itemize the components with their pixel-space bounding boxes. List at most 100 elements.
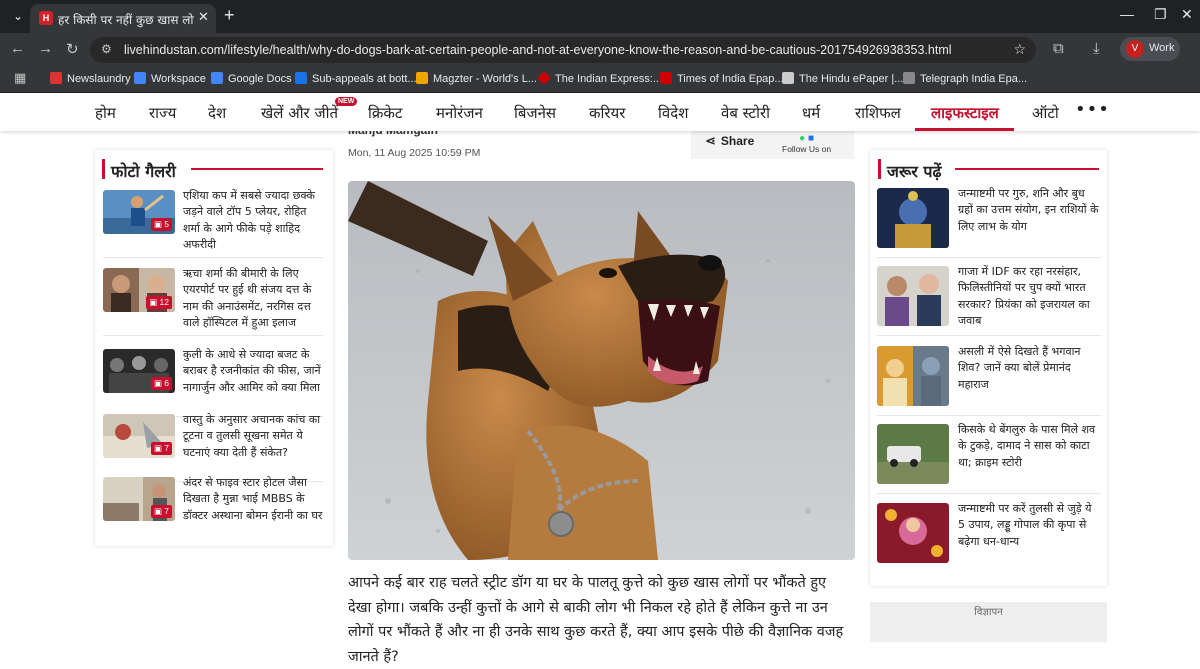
follow-us-button[interactable]: ● ■ Follow Us on [782, 133, 831, 154]
nav-item-home[interactable]: होम [95, 103, 116, 123]
must-read-heading[interactable]: जरूर पढ़ें [887, 160, 942, 182]
bookmark-item[interactable]: The Hindu ePaper |... [782, 72, 903, 85]
site-navigation: होम राज्य देश खेलें और जीतें NEW क्रिकेट… [0, 95, 1200, 131]
share-button[interactable]: ⋖ Share [705, 133, 754, 149]
nav-item-entertainment[interactable]: मनोरंजन [436, 103, 483, 123]
nav-item-cricket[interactable]: क्रिकेट [368, 103, 403, 123]
bookmark-favicon-icon [782, 72, 794, 84]
avatar: V [1126, 40, 1144, 58]
download-icon[interactable]: ⤓ [1093, 40, 1100, 57]
bookmark-item[interactable]: The Indian Express:... [537, 71, 662, 85]
ad-label: विज्ञापन [974, 607, 1003, 618]
gallery-item[interactable]: ▣ 7 अंदर से फाइव स्टार होटल जैसा दिखता ह… [103, 475, 323, 543]
gallery-item-title[interactable]: कुली के आधे से ज्यादा बजट के बराबर है रज… [183, 347, 323, 396]
article-hero-image [348, 181, 855, 560]
bookmark-favicon-icon [50, 72, 62, 84]
nav-item-web-story[interactable]: वेब स्टोरी [721, 103, 770, 123]
extensions-puzzle-icon[interactable]: ⧉ [1053, 40, 1064, 57]
gallery-item-title[interactable]: अंदर से फाइव स्टार होटल जैसा दिखता है मु… [183, 475, 323, 524]
tab-search-chevron-icon[interactable]: ⌄ [8, 6, 28, 26]
browser-toolbar: ← → ↻ ⚙ livehindustan.com/lifestyle/heal… [0, 33, 1200, 66]
divider [877, 415, 1101, 416]
gallery-item-title[interactable]: एशिया कप में सबसे ज्यादा छक्के जड़ने वाल… [183, 188, 323, 253]
nav-item-auto[interactable]: ऑटो [1032, 103, 1059, 123]
must-read-item[interactable]: जन्माष्टमी पर गुरु, शनि और बुध ग्रहों का… [877, 186, 1101, 260]
nav-item-business[interactable]: बिजनेस [514, 103, 556, 123]
bookmark-item[interactable]: Sub-appeals at bott... [295, 72, 417, 85]
must-read-title[interactable]: गाजा में IDF कर रहा नरसंहार, फिलिस्तीनिय… [958, 264, 1100, 329]
photo-count-badge: ▣ 6 [150, 377, 172, 390]
tab-close-icon[interactable]: ✕ [198, 9, 209, 25]
gallery-thumbnail[interactable]: ▣ 7 [103, 414, 175, 458]
site-info-icon[interactable]: ⚙ [101, 42, 112, 56]
bookmark-item[interactable]: Telegraph India Epa... [903, 72, 1027, 85]
address-bar[interactable]: ⚙ livehindustan.com/lifestyle/health/why… [90, 37, 1036, 63]
shiva-saint-thumb [877, 346, 949, 406]
must-read-title[interactable]: किसके थे बेंगलुरु के पास मिले शव के टुकड… [958, 422, 1100, 471]
gallery-thumbnail[interactable]: ▣ 12 [103, 268, 175, 312]
nav-item-horoscope[interactable]: राशिफल [855, 103, 901, 123]
more-menu-icon[interactable]: ••• [1075, 99, 1110, 120]
apps-grid-icon[interactable]: ▦ [14, 70, 26, 86]
nav-item-lifestyle[interactable]: लाइफस्टाइल [931, 103, 999, 123]
must-read-thumbnail[interactable] [877, 266, 949, 326]
divider [877, 493, 1101, 494]
gallery-item[interactable]: ▣ 5 एशिया कप में सबसे ज्यादा छक्के जड़ने… [103, 188, 323, 258]
photo-count-badge: ▣ 7 [150, 442, 172, 455]
photo-gallery-heading[interactable]: फोटो गैलरी [111, 160, 176, 182]
divider [103, 257, 323, 258]
must-read-item[interactable]: असली में ऐसे दिखते हैं भगवान शिव? जानें … [877, 344, 1101, 418]
profile-button[interactable]: V Work [1120, 37, 1180, 61]
bookmark-favicon-icon [134, 72, 146, 84]
new-tab-plus-icon[interactable]: + [224, 5, 235, 26]
must-read-item[interactable]: किसके थे बेंगलुरु के पास मिले शव के टुकड… [877, 422, 1101, 496]
back-arrow-icon[interactable]: ← [10, 40, 25, 57]
restore-icon[interactable]: ❐ [1154, 6, 1167, 23]
must-read-thumbnail[interactable] [877, 346, 949, 406]
crime-scene-thumb [877, 424, 949, 484]
advertisement-slot: विज्ञापन [870, 602, 1107, 642]
nav-item-career[interactable]: करियर [589, 103, 625, 123]
must-read-item[interactable]: गाजा में IDF कर रहा नरसंहार, फिलिस्तीनिय… [877, 264, 1101, 338]
bookmark-item[interactable]: Magzter - World's L... [416, 72, 537, 85]
browser-tab-active[interactable]: H हर किसी पर नहीं कुछ खास लोगों पर ✕ [30, 4, 216, 33]
gallery-item[interactable]: ▣ 7 वास्तु के अनुसार अचानक कांच का टूटना… [103, 412, 323, 482]
bookmark-item[interactable]: Google Docs [211, 72, 292, 85]
minimize-icon[interactable]: — [1120, 6, 1134, 22]
gallery-item-title[interactable]: वास्तु के अनुसार अचानक कांच का टूटना व त… [183, 412, 323, 461]
nav-item-religion[interactable]: धर्म [802, 103, 820, 123]
must-read-title[interactable]: जन्माष्टमी पर गुरु, शनि और बुध ग्रहों का… [958, 186, 1100, 235]
nav-item-play-win[interactable]: खेलें और जीतें [261, 103, 338, 123]
bookmark-favicon-icon [660, 72, 672, 84]
close-window-icon[interactable]: ✕ [1181, 6, 1193, 23]
nav-item-world[interactable]: विदेश [658, 103, 688, 123]
must-read-item[interactable]: जन्माष्टमी पर करें तुलसी से जुड़े ये 5 उ… [877, 501, 1101, 575]
nav-item-country[interactable]: देश [208, 103, 226, 123]
gallery-thumbnail[interactable]: ▣ 7 [103, 477, 175, 521]
whatsapp-icon: ● ■ [799, 133, 814, 144]
gallery-item[interactable]: ▣ 12 ऋचा शर्मा की बीमारी के लिए एयरपोर्ट… [103, 266, 323, 336]
bookmark-item[interactable]: Workspace [134, 72, 206, 85]
must-read-title[interactable]: असली में ऐसे दिखते हैं भगवान शिव? जानें … [958, 344, 1100, 393]
gallery-item-title[interactable]: ऋचा शर्मा की बीमारी के लिए एयरपोर्ट पर ह… [183, 266, 323, 331]
must-read-thumbnail[interactable] [877, 424, 949, 484]
must-read-thumbnail[interactable] [877, 503, 949, 563]
bookmark-star-icon[interactable]: ☆ [1013, 41, 1026, 58]
gallery-thumbnail[interactable]: ▣ 6 [103, 349, 175, 393]
active-nav-underline [915, 128, 1014, 131]
must-read-thumbnail[interactable] [877, 188, 949, 248]
must-read-title[interactable]: जन्माष्टमी पर करें तुलसी से जुड़े ये 5 उ… [958, 501, 1100, 550]
bookmark-item[interactable]: Times of India Epap... [660, 72, 784, 85]
address-url[interactable]: livehindustan.com/lifestyle/health/why-d… [124, 43, 952, 57]
heading-rule [955, 168, 1099, 170]
profile-label: Work [1149, 42, 1175, 54]
nav-item-states[interactable]: राज्य [149, 103, 176, 123]
bookmark-favicon-icon [416, 72, 428, 84]
share-bar: ⋖ Share ● ■ Follow Us on [691, 129, 854, 159]
gallery-thumbnail[interactable]: ▣ 5 [103, 190, 175, 234]
reload-icon[interactable]: ↻ [66, 40, 79, 58]
must-read-widget: जरूर पढ़ें जन्माष्टमी पर गुरु, शनि और बु… [870, 150, 1107, 586]
bookmark-item[interactable]: Newslaundry [50, 72, 131, 85]
gallery-item[interactable]: ▣ 6 कुली के आधे से ज्यादा बजट के बराबर ह… [103, 347, 323, 417]
forward-arrow-icon[interactable]: → [38, 40, 53, 57]
